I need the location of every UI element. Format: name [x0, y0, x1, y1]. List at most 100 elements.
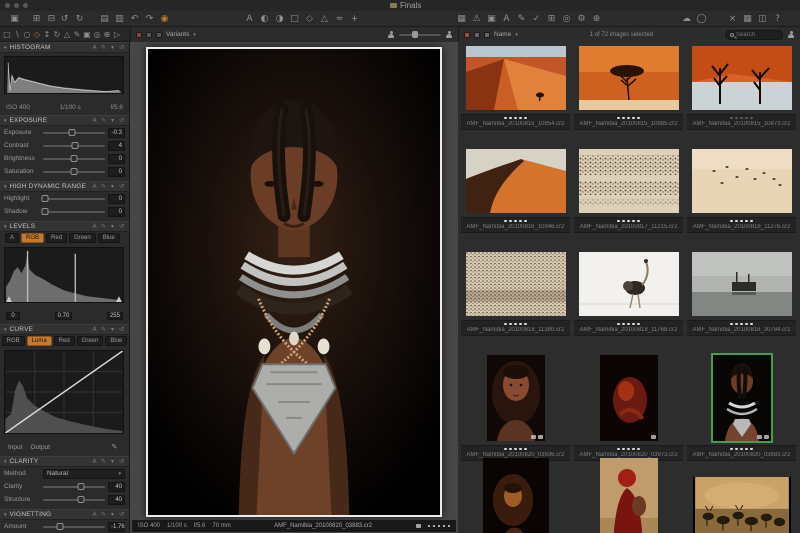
thumbnail-image[interactable]	[579, 252, 679, 316]
star-dot[interactable]	[524, 117, 527, 120]
thumbnail-cell[interactable]	[459, 455, 572, 533]
edit-icon[interactable]: ✎	[100, 184, 107, 190]
edit-icon[interactable]: ✎	[100, 459, 107, 465]
structure-slider[interactable]	[43, 499, 105, 501]
rotate-left-icon[interactable]: ↺	[58, 15, 71, 24]
star-dot[interactable]	[622, 220, 625, 223]
thumbnail-rating[interactable]	[504, 117, 527, 120]
channel-button-luma[interactable]: Luma	[27, 336, 52, 346]
white-balance-icon[interactable]: ◐	[258, 15, 271, 24]
channel-button-rgb[interactable]: RGB	[21, 233, 44, 243]
thumbnail-cell[interactable]: AMF_Namibia_20100817_11215.cr2	[572, 146, 685, 249]
thumbnail-rating[interactable]	[730, 323, 753, 326]
star-dot[interactable]	[627, 323, 630, 326]
star-dot[interactable]	[622, 117, 625, 120]
focus-mask-icon[interactable]: ◎	[560, 15, 573, 24]
thumbnail-cell[interactable]: AMF_Namibia_20100816_10946.cr2	[459, 146, 572, 249]
star-dot[interactable]	[504, 220, 507, 223]
star-dot[interactable]	[730, 117, 733, 120]
thumbnail-image[interactable]	[483, 458, 549, 533]
star-dot[interactable]	[632, 323, 635, 326]
star-dot[interactable]	[433, 525, 436, 528]
rotate-tool-icon[interactable]: ↻	[52, 31, 62, 39]
auto-icon[interactable]: A	[91, 45, 98, 51]
star-dot[interactable]	[632, 448, 635, 451]
window-close-button[interactable]	[5, 3, 10, 8]
preset-icon[interactable]: ▾	[109, 512, 116, 518]
star-dot[interactable]	[627, 220, 630, 223]
draw-mask-icon[interactable]: ✎	[515, 15, 528, 24]
keystone-icon[interactable]: ◇	[303, 15, 316, 24]
clarity-method-dropdown[interactable]: Natural ▾	[43, 469, 125, 479]
thumbnail-image[interactable]	[693, 477, 791, 533]
reset-icon[interactable]: ↺	[118, 184, 125, 190]
slider-value[interactable]: 0	[108, 167, 125, 177]
slider-knob[interactable]	[71, 168, 78, 175]
preset-icon[interactable]: ▾	[109, 184, 116, 190]
thumbnail-cell[interactable]: AMF_Namibia_20100820_03973.cr2	[572, 352, 685, 455]
add-adjustment-icon[interactable]: +	[348, 15, 361, 24]
channel-button-red[interactable]: Red	[54, 336, 75, 346]
export-icon[interactable]: ⊟	[45, 15, 58, 24]
star-dot[interactable]	[504, 117, 507, 120]
thumbnail-rating[interactable]	[617, 323, 640, 326]
star-dot[interactable]	[504, 448, 507, 451]
undo-icon[interactable]: ↶	[128, 15, 141, 24]
auto-icon[interactable]: A	[91, 118, 98, 124]
star-dot[interactable]	[750, 220, 753, 223]
collapse-icon[interactable]: ▾	[4, 184, 7, 190]
star-dot[interactable]	[504, 323, 507, 326]
slider-knob[interactable]	[78, 483, 85, 490]
viewer-image[interactable]	[146, 47, 442, 517]
import-icon[interactable]: ⊞	[30, 15, 43, 24]
publish-icon[interactable]: ◯	[695, 15, 708, 24]
thumbnail-rating[interactable]	[730, 220, 753, 223]
thumbnail-rating[interactable]	[617, 117, 640, 120]
straighten-tool-icon[interactable]: △	[62, 31, 72, 39]
levels-mid-value[interactable]: 0.70	[55, 312, 73, 320]
levels-shadow-value[interactable]: 0	[6, 312, 20, 320]
brightness-slider[interactable]	[43, 158, 105, 160]
overlay-icon[interactable]: ⊞	[545, 15, 558, 24]
clarity-section-header[interactable]: ▾ CLARITY A✎▾↺	[0, 456, 129, 467]
edit-icon[interactable]: ✎	[100, 224, 107, 230]
slider-knob[interactable]	[41, 208, 48, 215]
viewer-zoom-knob[interactable]	[412, 31, 418, 38]
slider-value[interactable]: 40	[108, 495, 125, 505]
slider-value[interactable]: 4	[108, 141, 125, 151]
collapse-icon[interactable]: ▾	[4, 45, 7, 51]
star-dot[interactable]	[632, 220, 635, 223]
star-dot[interactable]	[735, 323, 738, 326]
auto-icon[interactable]: A	[91, 224, 98, 230]
star-dot[interactable]	[443, 525, 446, 528]
star-dot[interactable]	[524, 323, 527, 326]
star-dot[interactable]	[509, 323, 512, 326]
crop-overlay-icon[interactable]: □	[288, 15, 301, 24]
slider-knob[interactable]	[41, 195, 48, 202]
star-dot[interactable]	[519, 323, 522, 326]
close-panel-icon[interactable]: ×	[726, 15, 739, 24]
proof-chip-1[interactable]	[136, 32, 142, 38]
star-dot[interactable]	[519, 117, 522, 120]
star-dot[interactable]	[637, 448, 640, 451]
thumbnail-image[interactable]	[487, 355, 545, 441]
filter-chip-2[interactable]	[474, 32, 480, 38]
help-icon[interactable]: ?	[771, 15, 784, 24]
preset-icon[interactable]: ▾	[109, 459, 116, 465]
star-dot[interactable]	[519, 220, 522, 223]
star-dot[interactable]	[438, 525, 441, 528]
star-dot[interactable]	[514, 448, 517, 451]
star-dot[interactable]	[735, 117, 738, 120]
window-controls[interactable]	[5, 3, 28, 8]
thumbnail-image[interactable]	[579, 149, 679, 213]
picker-icon[interactable]: ✎	[108, 444, 121, 451]
levels-graph[interactable]	[4, 247, 124, 303]
star-dot[interactable]	[524, 448, 527, 451]
thumbnail-cell[interactable]: AMF_Namibia_20100815_10885.cr2	[572, 43, 685, 146]
window-minimize-button[interactable]	[14, 3, 19, 8]
star-dot[interactable]	[514, 323, 517, 326]
star-dot[interactable]	[750, 448, 753, 451]
search-box[interactable]	[725, 30, 783, 40]
rotate-right-icon[interactable]: ↻	[73, 15, 86, 24]
pan-tool-icon[interactable]: ▷	[112, 31, 122, 39]
